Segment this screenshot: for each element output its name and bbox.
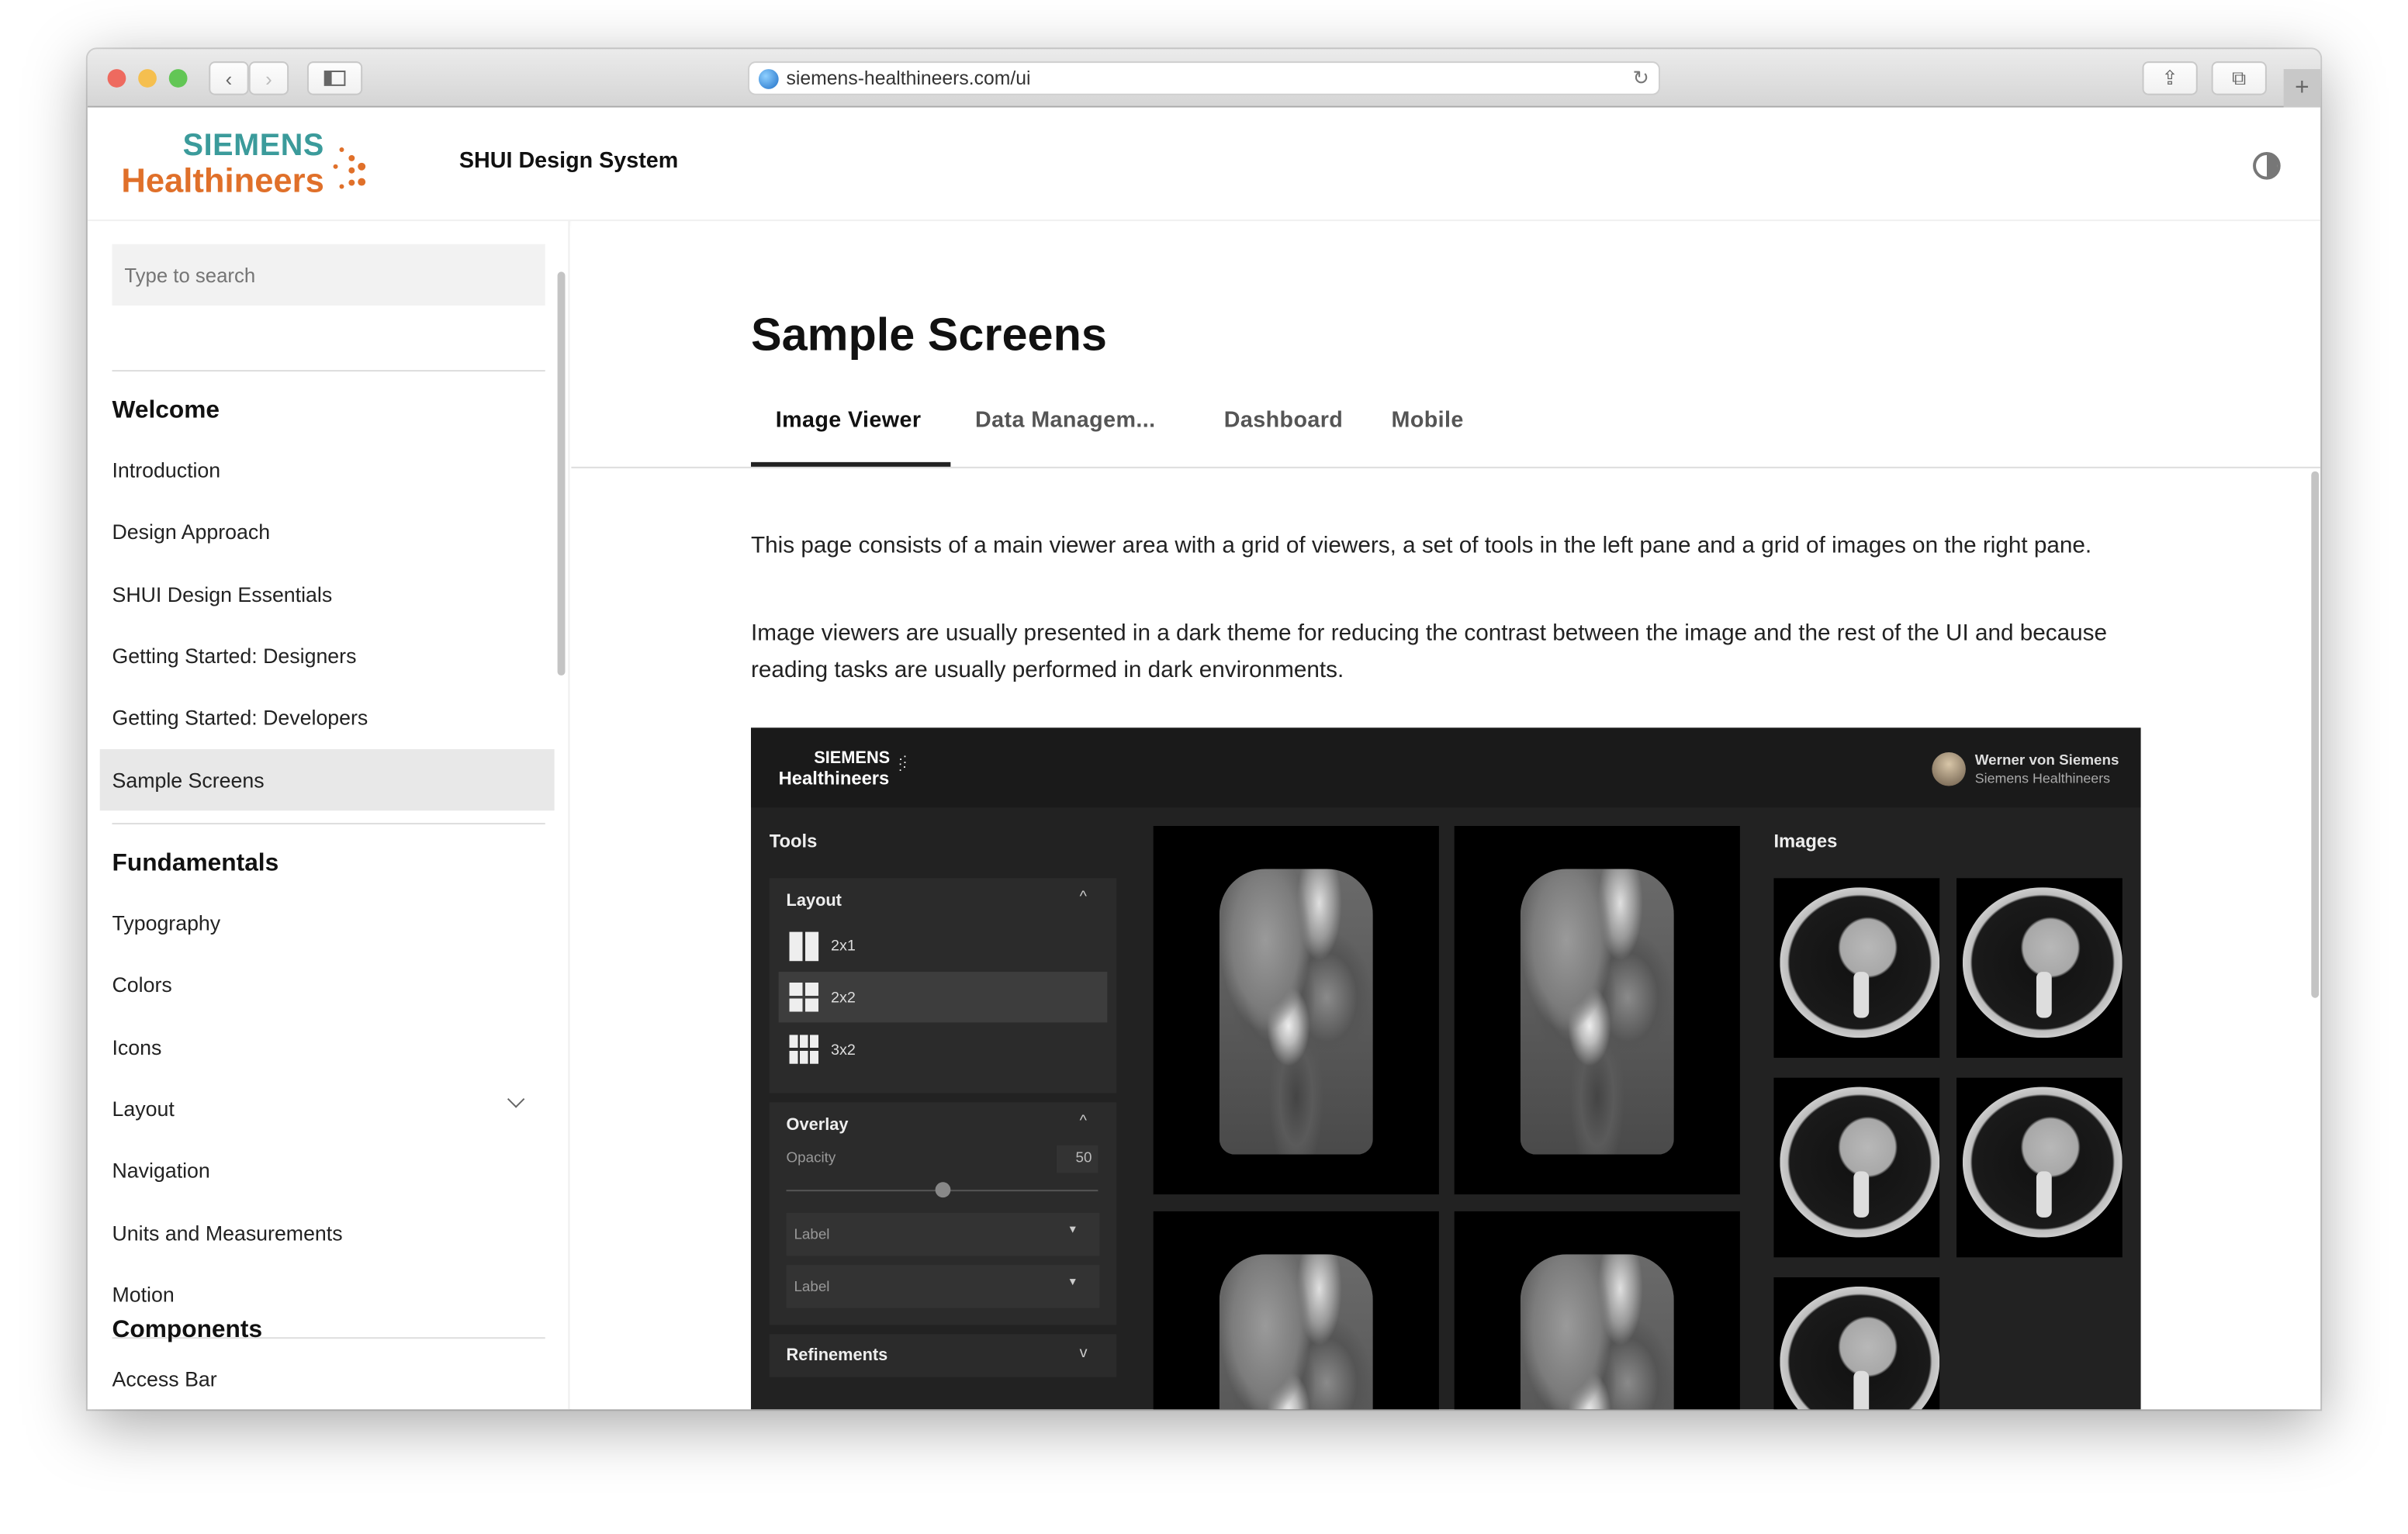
- intro-paragraph: This page consists of a main viewer area…: [751, 532, 2092, 559]
- browser-titlebar: ‹ › siemens-healthineers.com/ui ↻ ⇪ ⧉ +: [87, 49, 2321, 108]
- tab-data-management[interactable]: Data Managem...: [975, 409, 1155, 434]
- overlay-panel: Overlay ^ Opacity 50 Label ▼ Label ▼: [769, 1102, 1117, 1325]
- logo-healthineers: Healthineers: [121, 161, 324, 200]
- sidebar: Welcome Introduction Design Approach SHU…: [87, 221, 570, 1410]
- chevron-down-icon[interactable]: v: [1080, 1345, 1088, 1362]
- demo-logo-dots-icon: ·::·: [898, 751, 907, 774]
- sidebar-scrollbar[interactable]: [557, 271, 566, 676]
- section-components: Components: [112, 1317, 263, 1344]
- section-fundamentals: Fundamentals: [112, 850, 279, 877]
- sidebar-item-navigation[interactable]: Navigation: [100, 1139, 555, 1201]
- sidebar-item-sample-screens[interactable]: Sample Screens: [99, 749, 555, 811]
- select-1-value: Label: [794, 1226, 830, 1244]
- refinements-title: Refinements: [786, 1346, 888, 1365]
- sidebar-item-design-approach[interactable]: Design Approach: [100, 500, 555, 561]
- minimize-window-button[interactable]: [138, 69, 157, 88]
- caret-down-icon: ▼: [1067, 1225, 1078, 1236]
- tools-title: Tools: [769, 830, 818, 852]
- share-icon[interactable]: ⇪: [2142, 61, 2198, 95]
- ct-coronal-image: [1219, 1254, 1373, 1410]
- image-thumbnail[interactable]: [1956, 1077, 2123, 1258]
- image-thumbnail[interactable]: [1773, 878, 1940, 1058]
- opacity-slider-thumb[interactable]: [934, 1182, 950, 1198]
- site-title: SHUI Design System: [458, 149, 679, 174]
- layout-selected-bg: [778, 972, 1108, 1023]
- tabs-icon[interactable]: ⧉: [2211, 61, 2267, 95]
- sidebar-item-getting-started-developers[interactable]: Getting Started: Developers: [100, 686, 555, 748]
- logo-dots-icon: [333, 141, 379, 202]
- layout-2x1-icon[interactable]: [789, 931, 819, 962]
- address-bar[interactable]: siemens-healthineers.com/ui ↻: [748, 61, 1660, 95]
- overlay-title: Overlay: [786, 1116, 849, 1135]
- section-welcome: Welcome: [112, 397, 220, 424]
- forward-icon[interactable]: ›: [248, 61, 289, 95]
- caret-down-icon: ▼: [1067, 1277, 1078, 1288]
- ct-coronal-image: [1219, 869, 1373, 1155]
- demo-logo-siemens: SIEMENS: [814, 749, 891, 768]
- theme-paragraph: Image viewers are usually presented in a…: [751, 620, 2108, 683]
- layout-title: Layout: [786, 892, 842, 910]
- browser-window: ‹ › siemens-healthineers.com/ui ↻ ⇪ ⧉ + …: [87, 49, 2321, 1410]
- reload-icon[interactable]: ↻: [1633, 66, 1650, 91]
- user-org: Siemens Healthineers: [1974, 770, 2111, 786]
- sidebar-item-motion[interactable]: Motion: [100, 1263, 555, 1325]
- layout-2x2-label[interactable]: 2x2: [831, 990, 856, 1007]
- sidebar-icon[interactable]: [306, 61, 363, 95]
- tab-image-viewer[interactable]: Image Viewer: [776, 409, 922, 434]
- refinements-panel[interactable]: Refinements v: [769, 1334, 1117, 1377]
- site-header: SIEMENS Healthineers SHUI Design System: [87, 107, 2321, 222]
- sidebar-item-shui-essentials[interactable]: SHUI Design Essentials: [100, 564, 555, 625]
- viewer-4[interactable]: [1454, 1211, 1740, 1410]
- sidebar-item-colors[interactable]: Colors: [100, 953, 555, 1014]
- new-tab-icon[interactable]: +: [2283, 69, 2321, 108]
- viewer-2[interactable]: [1454, 826, 1740, 1195]
- sidebar-item-icons[interactable]: Icons: [100, 1016, 555, 1077]
- sidebar-item-units[interactable]: Units and Measurements: [100, 1202, 555, 1263]
- viewer-3[interactable]: [1153, 1211, 1439, 1410]
- label-select-2[interactable]: Label ▼: [786, 1265, 1100, 1308]
- main-scrollbar[interactable]: [2311, 471, 2320, 998]
- image-thumbnail[interactable]: [1773, 1277, 1940, 1410]
- opacity-label: Opacity: [786, 1149, 836, 1167]
- layout-2x2-icon[interactable]: [789, 982, 819, 1012]
- layout-3x2-icon[interactable]: [789, 1035, 819, 1064]
- avatar[interactable]: [1932, 752, 1966, 786]
- layout-panel: Layout ^ 2x1 2x2 3x2: [769, 878, 1117, 1093]
- contrast-icon[interactable]: [2253, 151, 2281, 180]
- logo-siemens: SIEMENS: [182, 129, 324, 163]
- chevron-up-icon[interactable]: ^: [1080, 1113, 1087, 1130]
- layout-2x1-label[interactable]: 2x1: [831, 938, 856, 955]
- image-viewer-sample: SIEMENS Healthineers ·::· Werner von Sie…: [751, 727, 2141, 1410]
- demo-logo-healthineers: Healthineers: [778, 767, 890, 789]
- back-icon[interactable]: ‹: [209, 61, 249, 95]
- user-name: Werner von Siemens: [1974, 752, 2119, 769]
- sidebar-item-getting-started-designers[interactable]: Getting Started: Designers: [100, 625, 555, 686]
- ct-coronal-image: [1520, 869, 1674, 1155]
- search-input[interactable]: [112, 244, 545, 306]
- label-select-1[interactable]: Label ▼: [786, 1212, 1100, 1256]
- zoom-window-button[interactable]: [168, 69, 188, 88]
- page-title: Sample Screens: [751, 309, 1107, 361]
- ct-coronal-image: [1520, 1254, 1674, 1410]
- tab-dashboard[interactable]: Dashboard: [1224, 409, 1344, 434]
- main-content: Sample Screens Image Viewer Data Managem…: [571, 221, 2321, 1410]
- sidebar-item-access-bar[interactable]: Access Bar: [100, 1354, 555, 1403]
- image-thumbnail[interactable]: [1956, 878, 2123, 1058]
- tab-mobile[interactable]: Mobile: [1392, 409, 1464, 434]
- close-window-button[interactable]: [107, 69, 126, 88]
- sidebar-item-layout[interactable]: Layout: [100, 1078, 555, 1139]
- active-tab-indicator: [751, 461, 951, 467]
- url-text: siemens-healthineers.com/ui: [786, 67, 1031, 89]
- images-title: Images: [1773, 830, 1838, 852]
- sidebar-item-typography[interactable]: Typography: [100, 892, 555, 953]
- layout-3x2-label[interactable]: 3x2: [831, 1042, 856, 1059]
- select-2-value: Label: [794, 1279, 830, 1296]
- globe-icon: [758, 69, 779, 89]
- viewer-1[interactable]: [1153, 826, 1439, 1195]
- sidebar-item-introduction[interactable]: Introduction: [100, 439, 555, 500]
- image-thumbnail[interactable]: [1773, 1077, 1940, 1258]
- opacity-value[interactable]: 50: [1056, 1145, 1098, 1173]
- chevron-up-icon[interactable]: ^: [1080, 889, 1087, 906]
